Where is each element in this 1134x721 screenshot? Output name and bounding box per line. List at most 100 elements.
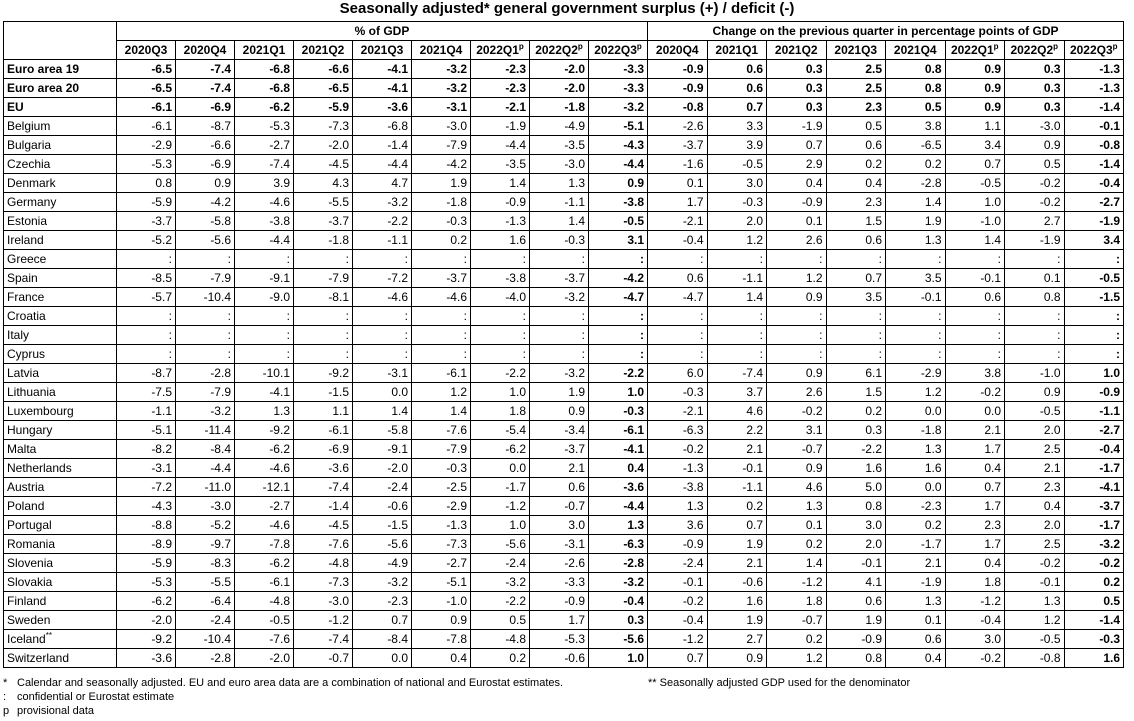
- cell-change: 0.5: [1004, 154, 1065, 174]
- cell-pct: -3.0: [293, 591, 353, 611]
- cell-pct: 1.4: [352, 401, 412, 421]
- cell-change: -0.2: [1063, 553, 1124, 573]
- row-label: Czechia: [3, 154, 117, 174]
- cell-change: :: [1063, 306, 1124, 326]
- cell-pct: -6.8: [234, 59, 294, 79]
- cell-pct: -5.9: [116, 553, 176, 573]
- cell-pct: -7.2: [116, 477, 176, 497]
- cell-pct: -7.4: [175, 59, 235, 79]
- cell-change: 2.0: [1004, 420, 1065, 440]
- cell-pct: -8.1: [293, 287, 353, 307]
- cell-change: 0.0: [885, 477, 946, 497]
- row-label: Austria: [3, 477, 117, 497]
- cell-change: 0.1: [766, 515, 827, 535]
- cell-change: :: [825, 344, 886, 364]
- cell-change: :: [885, 325, 946, 345]
- cell-pct: -7.3: [411, 534, 471, 554]
- cell-pct: -6.9: [175, 97, 235, 117]
- cell-change: 0.2: [706, 496, 767, 516]
- cell-pct: -3.2: [588, 572, 648, 592]
- cell-pct: 0.5: [470, 610, 530, 630]
- cell-change: 3.1: [766, 420, 827, 440]
- cell-pct: -1.2: [293, 610, 353, 630]
- cell-pct: -0.9: [470, 192, 530, 212]
- cell-change: -1.1: [706, 477, 767, 497]
- cell-pct: -2.0: [352, 458, 412, 478]
- cell-change: -2.7: [1063, 192, 1124, 212]
- cell-pct: :: [529, 325, 589, 345]
- footnote-seasonal: * Calendar and seasonally adjusted. EU an…: [3, 677, 564, 689]
- cell-change: -1.2: [944, 591, 1005, 611]
- footnote-provisional: p provisional data: [3, 705, 95, 717]
- cell-pct: -0.3: [529, 230, 589, 250]
- cell-change: 1.7: [647, 192, 708, 212]
- cell-pct: 1.4: [470, 173, 530, 193]
- cell-change: 0.7: [944, 154, 1005, 174]
- cell-pct: -3.0: [175, 496, 235, 516]
- cell-pct: :: [234, 249, 294, 269]
- cell-change: 0.2: [766, 629, 827, 649]
- cell-pct: -1.5: [293, 382, 353, 402]
- cell-change: 0.1: [766, 211, 827, 231]
- cell-pct: -7.9: [175, 268, 235, 288]
- cell-pct: -5.4: [470, 420, 530, 440]
- cell-change: -0.2: [1004, 173, 1065, 193]
- cell-change: :: [766, 249, 827, 269]
- column-header-pct: 2021Q1: [234, 40, 294, 60]
- cell-pct: -4.2: [588, 268, 648, 288]
- cell-change: -2.4: [647, 553, 708, 573]
- table-row: Latvia -8.7 -2.8 -10.1 -9.2 -3.1 -6.1 -2.2 -3.2-…: [3, 363, 1124, 383]
- cell-pct: -4.4: [588, 496, 648, 516]
- cell-change: 0.6: [647, 268, 708, 288]
- cell-pct: -6.8: [234, 78, 294, 98]
- cell-pct: -5.1: [116, 420, 176, 440]
- cell-pct: -1.2: [470, 496, 530, 516]
- cell-change: 4.6: [706, 401, 767, 421]
- cell-pct: -2.3: [352, 591, 412, 611]
- cell-change: :: [1063, 325, 1124, 345]
- cell-change: 1.2: [1004, 610, 1065, 630]
- cell-pct: -1.4: [293, 496, 353, 516]
- table-row: Spain -8.5 -7.9 -9.1 -7.9 -7.2 -3.7 -3.8 -3.7 -4.…: [3, 268, 1124, 288]
- cell-change: -1.0: [1004, 363, 1065, 383]
- cell-pct: -6.5: [116, 78, 176, 98]
- cell-change: -6.3: [647, 420, 708, 440]
- cell-change: 2.5: [825, 59, 886, 79]
- cell-pct: :: [529, 306, 589, 326]
- cell-pct: -7.9: [175, 382, 235, 402]
- cell-change: 1.3: [885, 230, 946, 250]
- row-label: Euro area 20: [3, 78, 117, 98]
- cell-pct: -1.8: [411, 192, 471, 212]
- cell-change: 0.8: [1004, 287, 1065, 307]
- cell-pct: -2.5: [411, 477, 471, 497]
- cell-change: -3.7: [1063, 496, 1124, 516]
- cell-pct: -6.5: [293, 78, 353, 98]
- cell-change: 0.9: [706, 648, 767, 668]
- cell-pct: -3.6: [588, 477, 648, 497]
- row-label: Ireland: [3, 230, 117, 250]
- cell-change: 0.7: [766, 135, 827, 155]
- column-header-pct: 2020Q3: [116, 40, 176, 60]
- cell-pct: -7.3: [293, 572, 353, 592]
- cell-change: -1.1: [1063, 401, 1124, 421]
- cell-pct: 0.9: [411, 610, 471, 630]
- cell-pct: 0.2: [411, 230, 471, 250]
- cell-pct: -1.4: [352, 135, 412, 155]
- table-row: Switzerland -3.6 -2.8 -2.0 -0.7 0.0 0.4 0.2 -0.6…: [3, 648, 1124, 668]
- cell-pct: -7.4: [175, 78, 235, 98]
- cell-pct: -6.1: [116, 116, 176, 136]
- cell-pct: -4.1: [352, 59, 412, 79]
- cell-pct: -4.1: [588, 439, 648, 459]
- table-row: Ireland -5.2 -5.6 -4.4 -1.8 -1.1 0.2 1.6 -0.3 3.1…: [3, 230, 1124, 250]
- cell-change: 3.0: [825, 515, 886, 535]
- cell-change: 0.6: [706, 78, 767, 98]
- cell-change: 2.0: [706, 211, 767, 231]
- cell-pct: -1.5: [352, 515, 412, 535]
- cell-pct: 1.1: [293, 401, 353, 421]
- cell-pct: :: [175, 325, 235, 345]
- footnote-confidential: : confidential or Eurostat estimate: [3, 691, 175, 703]
- cell-change: 0.3: [766, 78, 827, 98]
- cell-change: -0.2: [1004, 553, 1065, 573]
- cell-pct: 1.3: [234, 401, 294, 421]
- cell-pct: -7.4: [293, 477, 353, 497]
